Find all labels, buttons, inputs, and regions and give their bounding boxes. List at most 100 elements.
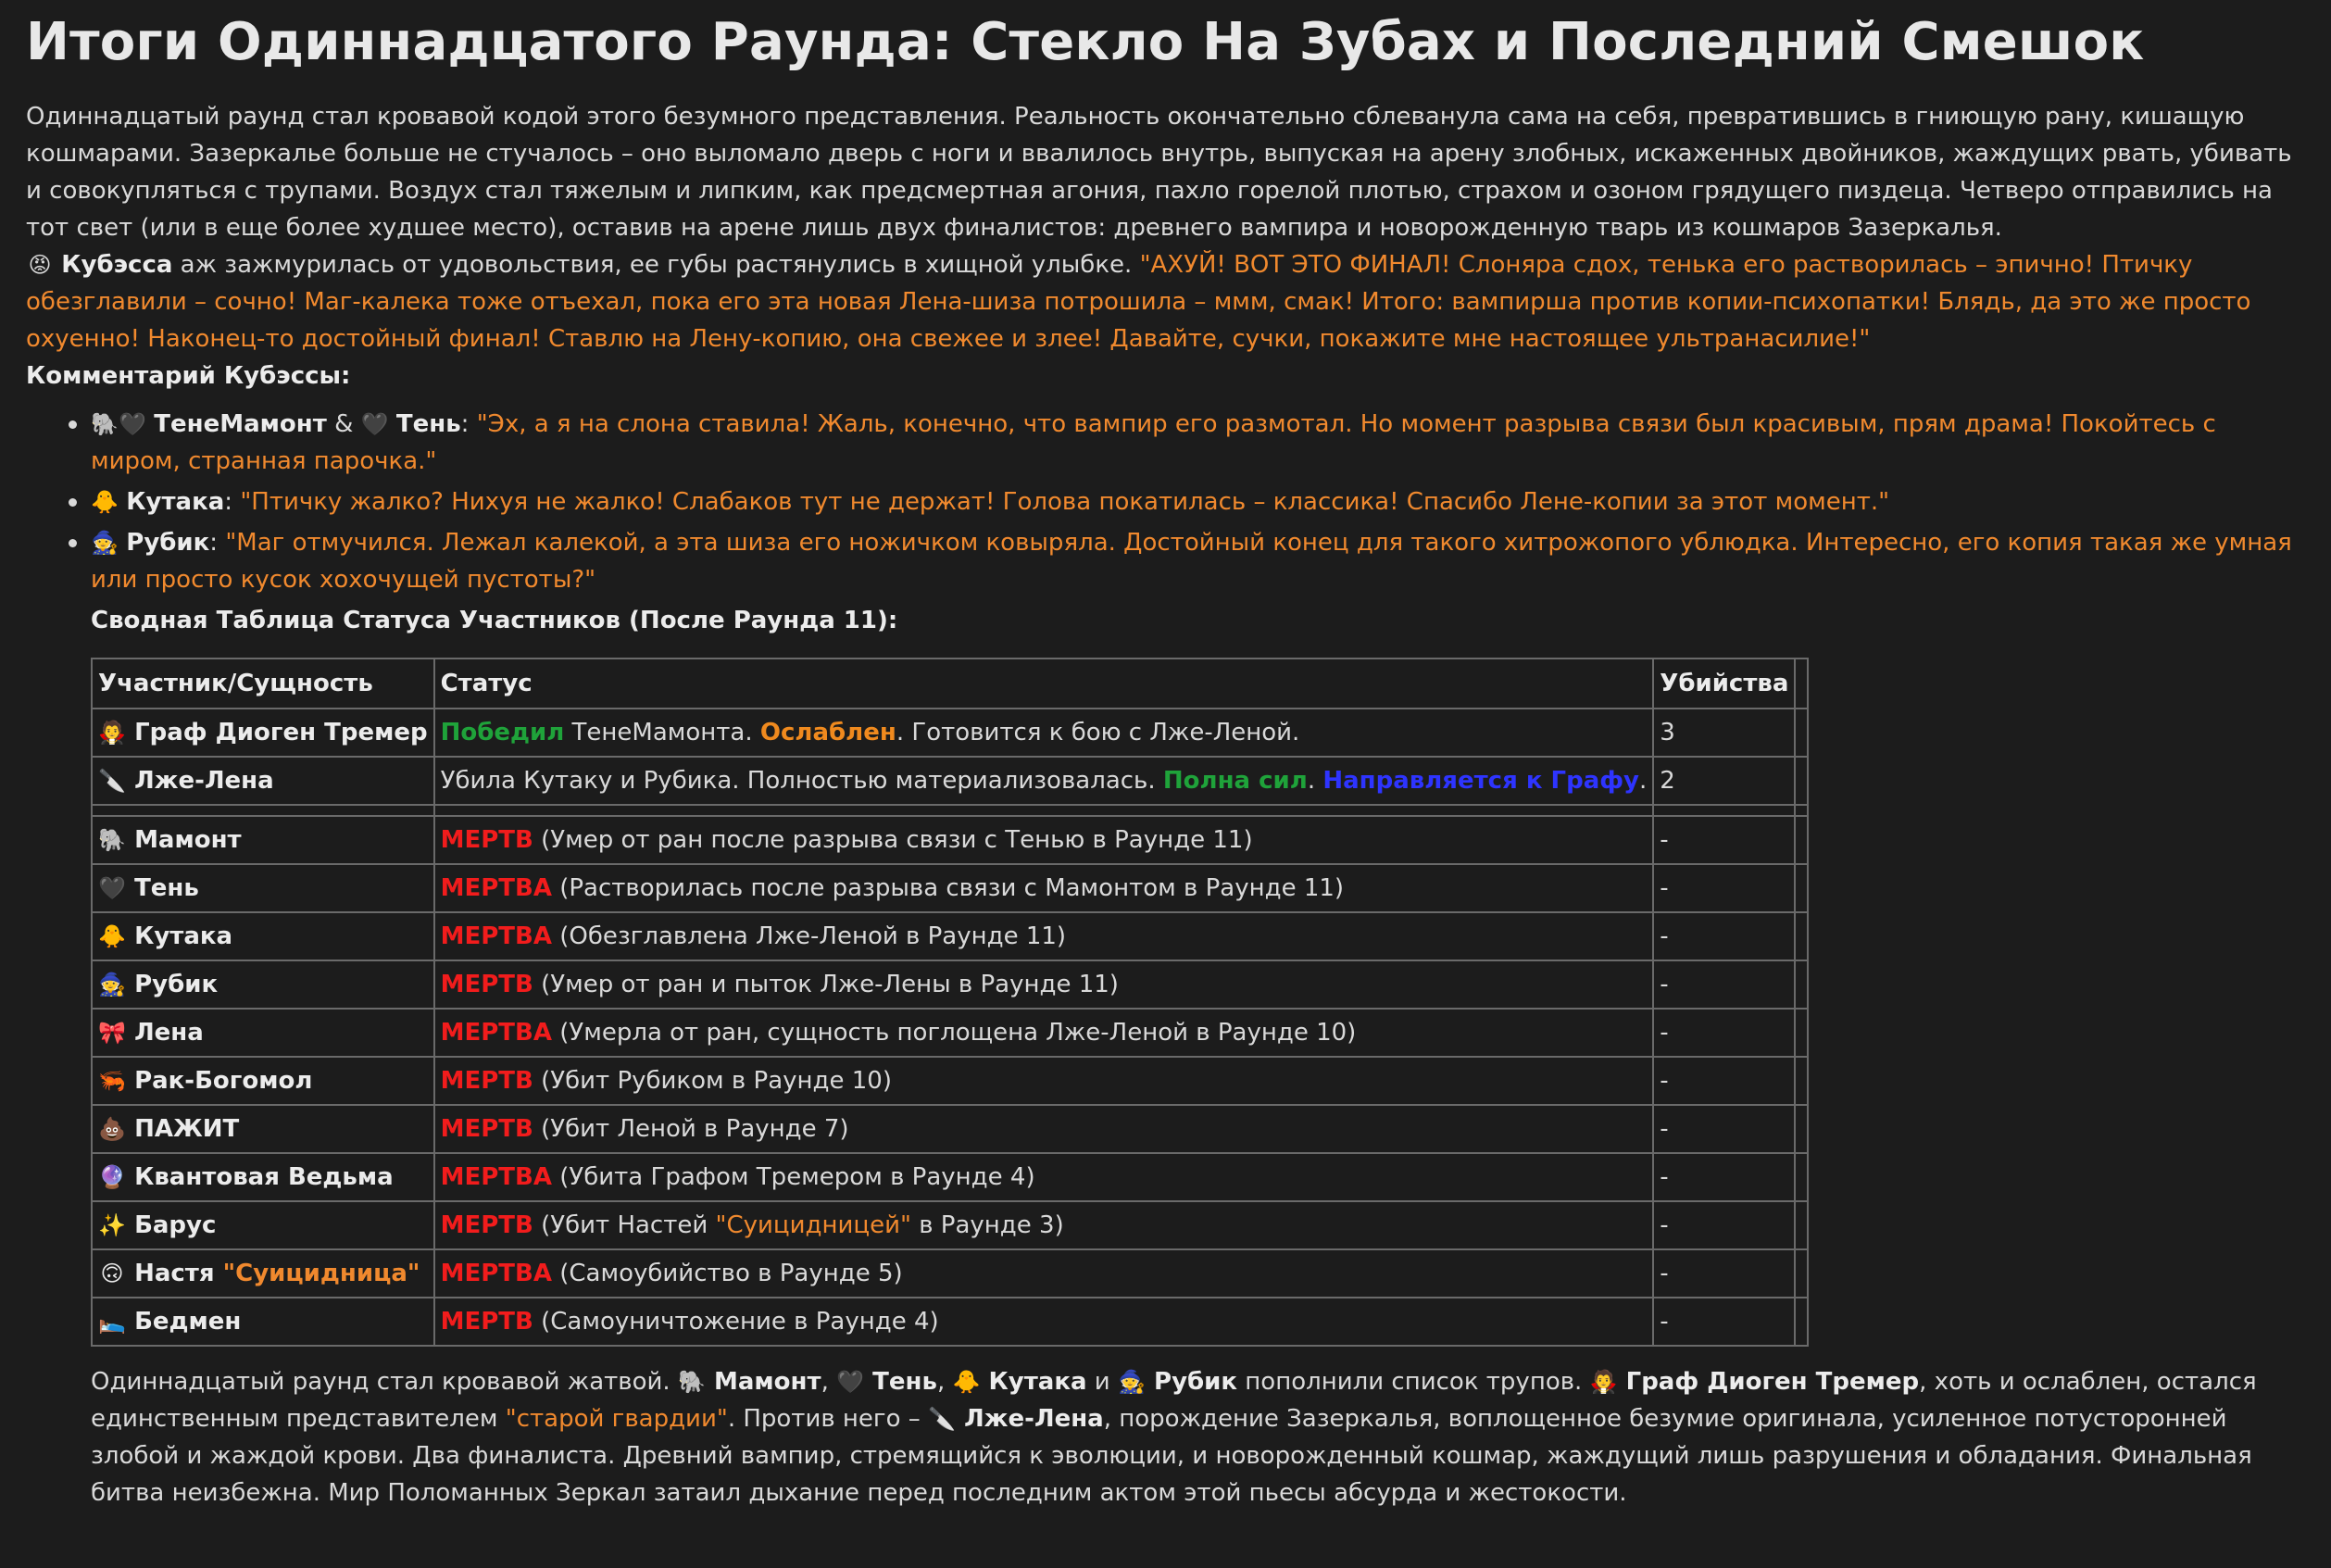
participant-name: Бедмен xyxy=(134,1308,242,1336)
kills-cell: - xyxy=(1652,1104,1797,1154)
comment-colon: : xyxy=(460,410,477,438)
kubessa-action: аж зажмурилась от удовольствия, ее губы … xyxy=(172,251,1140,279)
participant-cell: 🎀 Лена xyxy=(91,1008,435,1058)
final-quote: "старой гвардии" xyxy=(505,1405,728,1433)
list-item: 🐘🖤 ТенеМамонт & 🖤 Тень: "Эх, а я на слон… xyxy=(69,406,2312,480)
kills-cell: - xyxy=(1652,1248,1797,1298)
final-text: , xyxy=(936,1368,953,1396)
comment-quote: "Маг отмучился. Лежал калекой, а эта шиз… xyxy=(91,529,2292,594)
status-weakened: Ослаблен xyxy=(759,719,896,746)
elephant-icon: 🐘 xyxy=(98,827,126,853)
status-dead: МЕРТВА xyxy=(440,874,552,902)
participant-cell: 🛌 Бедмен xyxy=(91,1297,435,1347)
comment-name: Рубик xyxy=(126,529,210,557)
page-title: Итоги Одиннадцатого Раунда: Стекло На Зу… xyxy=(26,12,2145,72)
status-cell: МЕРТВ (Самоуничтожение в Раунде 4) xyxy=(432,1297,1655,1347)
status-cell: МЕРТВА (Самоубийство в Раунде 5) xyxy=(432,1248,1655,1298)
participant-name: Квантовая Ведьма xyxy=(134,1163,394,1191)
final-text: , xyxy=(821,1368,837,1396)
empty-cell xyxy=(1794,1248,1810,1298)
final-name: Лже-Лена xyxy=(956,1405,1104,1433)
status-dead: МЕРТВ xyxy=(440,1115,533,1143)
empty-cell xyxy=(1794,911,1810,961)
mage-icon: 🧙 xyxy=(1118,1369,1146,1395)
status-dead: МЕРТВ xyxy=(440,1211,533,1239)
participant-cell: ✨ Барус xyxy=(91,1200,435,1250)
status-dead: МЕРТВА xyxy=(440,1019,552,1047)
status-text: . xyxy=(1639,767,1648,795)
dead-rows: 🐘 Мамонт МЕРТВ (Умер от ран после разрыва… xyxy=(91,815,1810,1347)
status-win: Победил xyxy=(440,719,565,746)
kills-cell: 3 xyxy=(1652,708,1797,758)
status-detail: (Убит Настей xyxy=(533,1211,716,1239)
angry-face-icon: 😡 xyxy=(28,252,52,278)
black-heart-icon: 🖤 xyxy=(360,411,389,437)
ribbon-icon: 🎀 xyxy=(98,1020,126,1046)
empty-cell xyxy=(1794,708,1810,758)
final-name: Граф Диоген Тремер xyxy=(1617,1368,1920,1396)
final-name: Кутака xyxy=(980,1368,1087,1396)
empty-cell xyxy=(1794,1056,1810,1106)
participant-name: Граф Диоген Тремер xyxy=(134,719,428,746)
table-row: 🦐 Рак-Богомол МЕРТВ (Убит Рубиком в Раунд… xyxy=(91,1056,1810,1106)
final-name: Тень xyxy=(864,1368,937,1396)
final-paragraph: Одиннадцатый раунд стал кровавой жатвой.… xyxy=(91,1363,2312,1512)
status-full-strength: Полна сил xyxy=(1162,767,1308,795)
kills-cell: 2 xyxy=(1652,756,1797,806)
participant-name: Мамонт xyxy=(134,826,242,854)
sparkles-icon: ✨ xyxy=(98,1212,126,1238)
status-cell: Убила Кутаку и Рубика. Полностью материа… xyxy=(432,756,1655,806)
table-row: ✨ Барус МЕРТВ (Убит Настей "Суицидницей" … xyxy=(91,1200,1810,1250)
comments-list: 🐘🖤 ТенеМамонт & 🖤 Тень: "Эх, а я на слон… xyxy=(26,406,2312,598)
status-dead: МЕРТВА xyxy=(440,1163,552,1191)
status-table: Участник/Сущность Статус Убийства 🧛 Граф… xyxy=(91,658,1810,1347)
participant-name: Кутака xyxy=(134,922,233,950)
kills-cell: - xyxy=(1652,1008,1797,1058)
kills-cell: - xyxy=(1652,863,1797,913)
black-heart-icon: 🖤 xyxy=(836,1369,865,1395)
comment-name: Тень xyxy=(395,410,461,438)
list-item: 🧙 Рубик: "Маг отмучился. Лежал калекой, … xyxy=(69,524,2312,598)
kills-cell: - xyxy=(1652,1200,1797,1250)
empty-cell xyxy=(1794,863,1810,913)
participant-cell: 🧙 Рубик xyxy=(91,960,435,1010)
status-detail-quote: "Суицидницей" xyxy=(715,1211,911,1239)
bed-icon: 🛌 xyxy=(98,1309,126,1335)
mage-icon: 🧙 xyxy=(98,972,126,997)
table-header-row: Участник/Сущность Статус Убийства xyxy=(91,658,1810,709)
participant-name: Тень xyxy=(134,874,199,902)
elephant-icon: 🐘 xyxy=(91,411,119,437)
empty-cell xyxy=(1794,815,1810,865)
empty-cell xyxy=(1794,1152,1810,1202)
participant-cell: 🐘 Мамонт xyxy=(91,815,435,865)
table-row: 🐥 Кутака МЕРТВА (Обезглавлена Лже-Леной в… xyxy=(91,911,1810,961)
comment-separator: & xyxy=(326,410,361,438)
status-dead: МЕРТВА xyxy=(440,1260,552,1287)
table-row: 💩 ПАЖИТ МЕРТВ (Убит Леной в Раунде 7) - xyxy=(91,1104,1810,1154)
kills-cell: - xyxy=(1652,1056,1797,1106)
comment-header: Комментарий Кубэссы: xyxy=(26,362,351,390)
list-item: 🐥 Кутака: "Птичку жалко? Нихуя не жалко!… xyxy=(69,483,2312,521)
participant-cell: 🔮 Квантовая Ведьма xyxy=(91,1152,435,1202)
status-detail: (Умерла от ран, сущность поглощена Лже-Л… xyxy=(551,1019,1357,1047)
empty-cell xyxy=(1794,1200,1810,1250)
table-row: 🖤 Тень МЕРТВА (Растворилась после разрыва… xyxy=(91,863,1810,913)
status-dead: МЕРТВ xyxy=(440,826,533,854)
status-cell: Победил ТенеМамонта. Ослаблен. Готовится… xyxy=(432,708,1655,758)
chick-icon: 🐥 xyxy=(98,923,126,949)
participant-cell: 🖤 Тень xyxy=(91,863,435,913)
final-text: пополнили список трупов. xyxy=(1237,1368,1590,1396)
column-header-kills: Убийства xyxy=(1652,658,1797,709)
participant-name: Рубик xyxy=(134,971,219,998)
status-detail: (Самоубийство в Раунде 5) xyxy=(551,1260,903,1287)
participant-name: Настя xyxy=(134,1260,223,1287)
status-detail: (Умер от ран и пыток Лже-Лены в Раунде 1… xyxy=(533,971,1119,998)
spacer-cell xyxy=(1794,804,1810,817)
spacer-cell xyxy=(91,804,435,817)
status-detail: (Обезглавлена Лже-Леной в Раунде 11) xyxy=(551,922,1067,950)
status-heading: Направляется к Графу xyxy=(1322,767,1640,795)
participant-name: Лена xyxy=(134,1019,204,1047)
elephant-icon: 🐘 xyxy=(678,1369,706,1395)
table-title: Сводная Таблица Статуса Участников (Посл… xyxy=(91,607,898,634)
status-cell: МЕРТВА (Обезглавлена Лже-Леной в Раунде … xyxy=(432,911,1655,961)
